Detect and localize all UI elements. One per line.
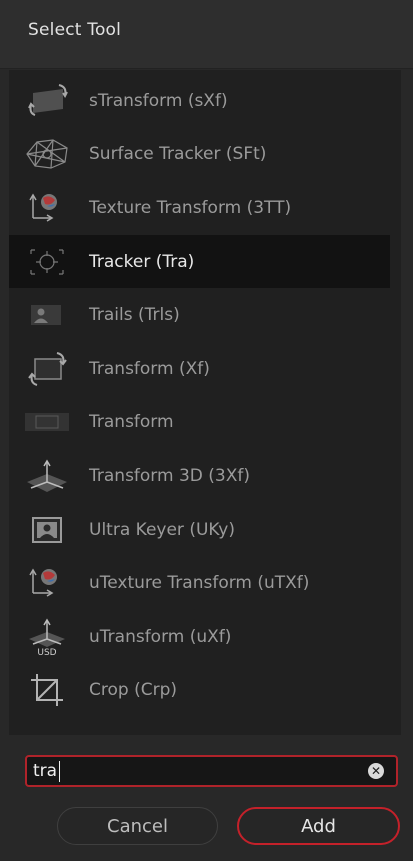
tool-item-label: Texture Transform (3TT) [89, 197, 292, 218]
tool-item-trails[interactable]: Trails (Trls) [9, 288, 390, 342]
dialog-titlebar: Select Tool [0, 0, 413, 69]
tracker-icon [23, 242, 71, 282]
tool-item-crop[interactable]: Crop (Crp) [9, 664, 390, 718]
text-caret [59, 761, 60, 782]
transform-icon [23, 349, 71, 389]
tool-item-label: uTexture Transform (uTXf) [89, 573, 310, 594]
tool-item-label: Crop (Crp) [89, 680, 177, 701]
cancel-button[interactable]: Cancel [57, 807, 218, 845]
tool-item-utexture-transform[interactable]: uTexture Transform (uTXf) [9, 556, 390, 610]
texture-transform-icon [23, 188, 71, 228]
dialog-title: Select Tool [28, 20, 122, 40]
ultra-keyer-icon [23, 510, 71, 550]
crop-icon [23, 670, 71, 710]
tool-item-label: Surface Tracker (SFt) [89, 144, 267, 165]
tool-item-label: Trails (Trls) [89, 305, 180, 326]
tool-item-transform-3d[interactable]: Transform 3D (3Xf) [9, 449, 390, 503]
stransform-icon [23, 81, 71, 121]
trails-icon [23, 295, 71, 335]
tool-list-pane: sTransform (sXf) Surface Tracker (SFt) T… [9, 70, 401, 735]
tool-item-label: sTransform (sXf) [89, 90, 228, 111]
clear-icon[interactable]: ✕ [368, 763, 384, 779]
tool-item-label: Transform 3D (3Xf) [89, 465, 250, 486]
tool-item-surface-tracker[interactable]: Surface Tracker (SFt) [9, 128, 390, 182]
search-field[interactable]: ✕ [25, 755, 398, 787]
select-tool-dialog: Select Tool sTransform (sXf) Surface Tra… [0, 0, 413, 861]
tool-item-transform-xf[interactable]: Transform (Xf) [9, 342, 390, 396]
utexture-transform-icon [23, 563, 71, 603]
surface-tracker-icon [23, 134, 71, 174]
utransform-icon: USD [23, 617, 71, 657]
tool-item-label: Tracker (Tra) [89, 251, 195, 272]
add-button[interactable]: Add [237, 807, 400, 845]
transform-3d-icon [23, 456, 71, 496]
usd-badge: USD [37, 648, 56, 657]
tool-item-transform[interactable]: Transform [9, 396, 390, 450]
transform-rect-icon [23, 402, 71, 442]
tool-item-utransform[interactable]: USD uTransform (uXf) [9, 610, 390, 664]
tool-list: sTransform (sXf) Surface Tracker (SFt) T… [9, 74, 390, 717]
tool-item-ultra-keyer[interactable]: Ultra Keyer (UKy) [9, 503, 390, 557]
tool-item-label: Ultra Keyer (UKy) [89, 519, 235, 540]
tool-item-label: uTransform (uXf) [89, 626, 232, 647]
search-input[interactable] [33, 760, 353, 782]
tool-item-texture-transform[interactable]: Texture Transform (3TT) [9, 181, 390, 235]
tool-item-label: Transform (Xf) [89, 358, 210, 379]
tool-item-stransform[interactable]: sTransform (sXf) [9, 74, 390, 128]
tool-item-label: Transform [89, 412, 174, 433]
tool-item-tracker[interactable]: Tracker (Tra) [9, 234, 390, 289]
